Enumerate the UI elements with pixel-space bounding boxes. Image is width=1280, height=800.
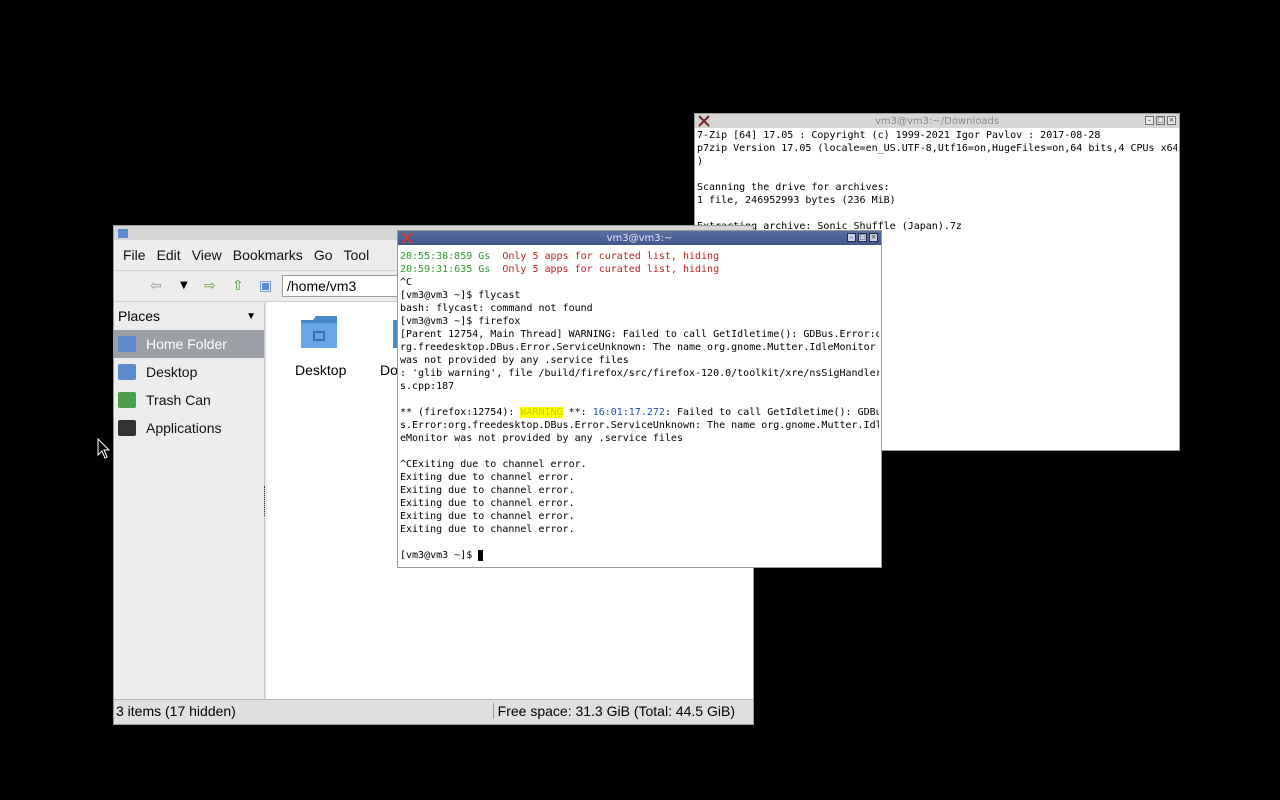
sidebar-item-label: Applications bbox=[146, 420, 222, 436]
terminal-line: eMonitor was not provided by any .servic… bbox=[400, 433, 683, 444]
minimize-button[interactable]: – bbox=[847, 233, 856, 242]
sidebar-item-label: Home Folder bbox=[146, 336, 227, 352]
minimize-button[interactable]: – bbox=[1145, 116, 1154, 125]
menu-item-tool[interactable]: Tool bbox=[344, 247, 370, 263]
terminal-line: [vm3@vm3 ~]$ flycast bbox=[400, 290, 521, 301]
applications-icon bbox=[118, 420, 136, 436]
sidebar-item-label: Trash Can bbox=[146, 392, 211, 408]
xterm-icon bbox=[698, 115, 710, 127]
path-input[interactable]: /home/vm3 bbox=[282, 275, 402, 297]
sidebar-item-applications[interactable]: Applications bbox=[114, 414, 264, 442]
chevron-down-icon[interactable]: ▼ bbox=[246, 311, 256, 322]
desktop-folder-icon[interactable] bbox=[299, 314, 339, 350]
terminal-line: ) bbox=[697, 156, 704, 167]
terminal-line: ** (firefox:12754): WARNING **: 16:01:17… bbox=[400, 407, 879, 418]
trash-icon bbox=[118, 392, 136, 408]
sidebar-item-trash-can[interactable]: Trash Can bbox=[114, 386, 264, 414]
menu-item-go[interactable]: Go bbox=[314, 247, 333, 263]
terminal-line: [vm3@vm3 ~]$ firefox bbox=[400, 316, 521, 327]
main-terminal-titlebar[interactable]: vm3@vm3:~ – □ × bbox=[398, 231, 881, 245]
terminal-line: p7zip Version 17.05 (locale=en_US.UTF-8,… bbox=[697, 143, 1177, 154]
terminal-line: [Parent 12754, Main Thread] WARNING: Fai… bbox=[400, 329, 879, 340]
terminal-line: s.cpp:187 bbox=[400, 381, 455, 392]
terminal-line: 20:59:31:635 Gs Only 5 apps for curated … bbox=[400, 264, 720, 275]
menu-item-file[interactable]: File bbox=[123, 247, 146, 263]
terminal-line: Exiting due to channel error. bbox=[400, 524, 575, 535]
main-terminal-window[interactable]: vm3@vm3:~ – □ × 20:55:38:859 Gs Only 5 a… bbox=[397, 230, 882, 568]
location-folder-icon[interactable]: ▣ bbox=[259, 278, 272, 294]
terminal-line: rg.freedesktop.DBus.Error.ServiceUnknown… bbox=[400, 342, 876, 353]
forward-arrow-icon[interactable]: ⇨ bbox=[204, 278, 216, 294]
downloads-terminal-titlebar[interactable]: vm3@vm3:~/Downloads – □ × bbox=[695, 114, 1179, 128]
mouse-pointer-icon bbox=[97, 438, 111, 459]
terminal-line: Exiting due to channel error. bbox=[400, 472, 575, 483]
sidebar-item-desktop[interactable]: Desktop bbox=[114, 358, 264, 386]
terminal-cursor bbox=[478, 549, 484, 561]
menu-item-bookmarks[interactable]: Bookmarks bbox=[233, 247, 303, 263]
terminal-line: Exiting due to channel error. bbox=[400, 511, 575, 522]
desktop-folder-icon bbox=[118, 364, 136, 380]
folder-icon bbox=[118, 229, 128, 238]
downloads-terminal-title: vm3@vm3:~/Downloads bbox=[874, 115, 1000, 127]
terminal-line: Scanning the drive for archives: bbox=[697, 182, 890, 193]
home-folder-icon bbox=[118, 336, 136, 352]
terminal-line: bash: flycast: command not found bbox=[400, 303, 593, 314]
places-label: Places bbox=[118, 308, 161, 324]
sidebar-item-label: Desktop bbox=[146, 364, 198, 380]
places-sidebar: Places ▼ Home Folder Desktop Trash Can Appl… bbox=[114, 302, 265, 699]
terminal-line: 1 file, 246952993 bytes (236 MiB) bbox=[697, 195, 896, 206]
terminal-line: : 'glib warning', file /build/firefox/sr… bbox=[400, 368, 879, 379]
maximize-button[interactable]: □ bbox=[1156, 116, 1165, 125]
status-free-space: Free space: 31.3 GiB (Total: 44.5 GiB) bbox=[492, 703, 735, 719]
main-terminal-output[interactable]: 20:55:38:859 Gs Only 5 apps for curated … bbox=[400, 250, 879, 565]
terminal-line: Exiting due to channel error. bbox=[400, 485, 575, 496]
menu-item-view[interactable]: View bbox=[192, 247, 222, 263]
terminal-line: [vm3@vm3 ~]$ bbox=[400, 549, 879, 562]
up-arrow-icon[interactable]: ⇧ bbox=[232, 278, 244, 294]
file-item-downloads-label[interactable]: Do bbox=[380, 362, 398, 378]
menu-item-edit[interactable]: Edit bbox=[157, 247, 181, 263]
terminal-line: 7-Zip [64] 17.05 : Copyright (c) 1999-20… bbox=[697, 130, 1101, 141]
close-button[interactable]: × bbox=[869, 233, 878, 242]
places-header[interactable]: Places ▼ bbox=[114, 302, 264, 330]
dropdown-arrow-icon[interactable]: ▼ bbox=[180, 280, 188, 291]
terminal-line: ^C bbox=[400, 277, 413, 288]
terminal-line: was not provided by any .service files bbox=[400, 355, 629, 366]
main-terminal-title: vm3@vm3:~ bbox=[606, 232, 673, 244]
back-arrow-icon[interactable]: ⇦ bbox=[150, 278, 162, 294]
xterm-icon bbox=[401, 232, 413, 244]
close-button[interactable]: × bbox=[1167, 116, 1176, 125]
sidebar-item-home-folder[interactable]: Home Folder bbox=[114, 330, 264, 358]
status-bar: 3 items (17 hidden) Free space: 31.3 GiB… bbox=[114, 699, 753, 724]
terminal-line: ^CExiting due to channel error. bbox=[400, 459, 587, 470]
maximize-button[interactable]: □ bbox=[858, 233, 867, 242]
terminal-line: s.Error:org.freedesktop.DBus.Error.Servi… bbox=[400, 420, 879, 431]
file-item-desktop-label[interactable]: Desktop bbox=[295, 362, 346, 378]
status-item-count: 3 items (17 hidden) bbox=[116, 703, 236, 719]
terminal-line: Exiting due to channel error. bbox=[400, 498, 575, 509]
terminal-line: 20:55:38:859 Gs Only 5 apps for curated … bbox=[400, 251, 720, 262]
